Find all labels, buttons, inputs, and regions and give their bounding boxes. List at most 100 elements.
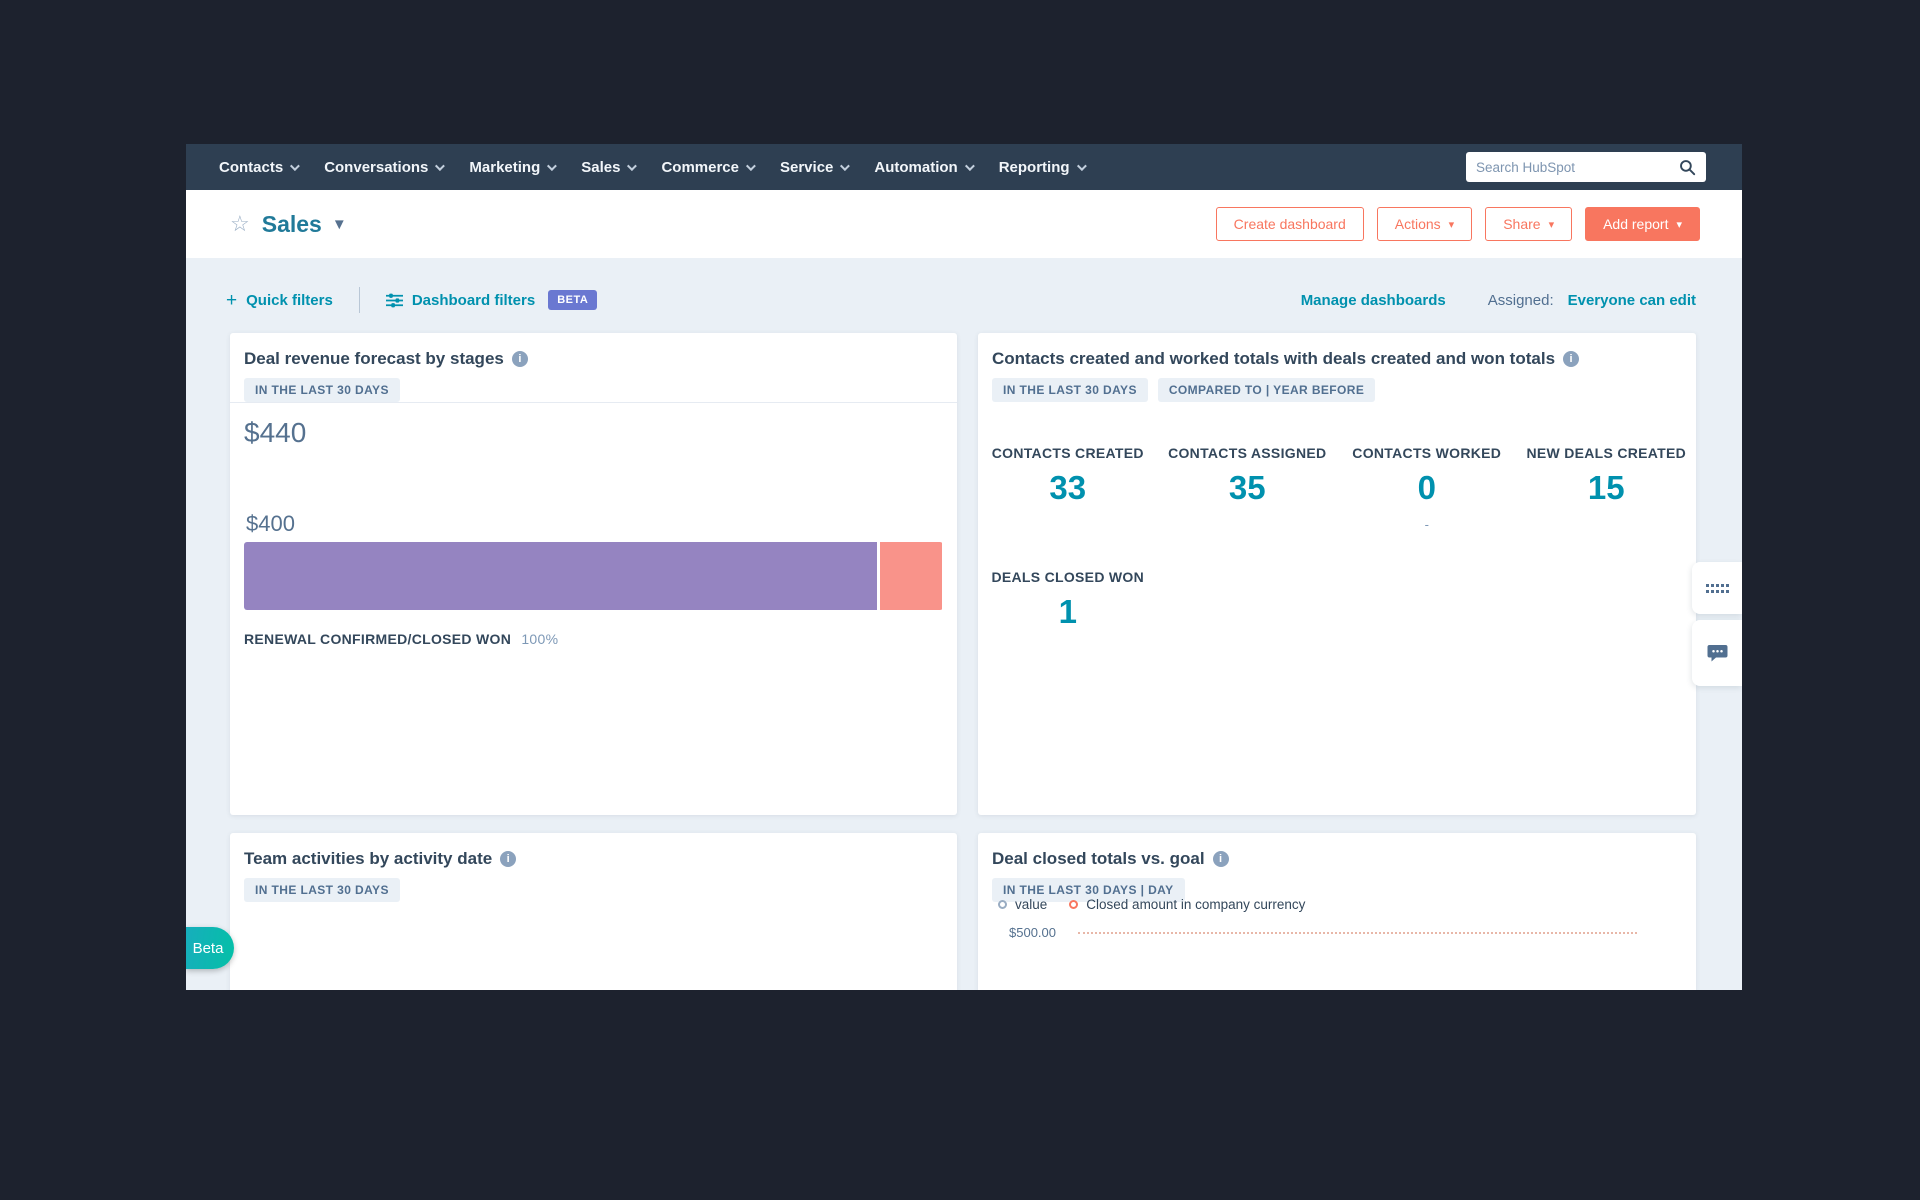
filter-sliders-icon	[386, 292, 403, 309]
card-divider	[230, 402, 957, 403]
beta-pill-button[interactable]: Beta	[186, 927, 234, 969]
stage-name: RENEWAL CONFIRMED/CLOSED WON	[244, 631, 511, 647]
card-title-row: Team activities by activity date i	[244, 849, 943, 869]
assigned-value-link[interactable]: Everyone can edit	[1568, 292, 1696, 309]
nav-item-service[interactable]: Service	[780, 159, 847, 176]
card-team-activities: Team activities by activity date i IN TH…	[230, 833, 957, 990]
dashboard-filters-button[interactable]: Dashboard filters BETA	[386, 290, 598, 310]
stat-new-deals-created: NEW DEALS CREATED 15	[1517, 445, 1697, 532]
button-label: Create dashboard	[1234, 216, 1346, 232]
card-title-row: Deal closed totals vs. goal i	[992, 849, 1682, 869]
nav-item-reporting[interactable]: Reporting	[999, 159, 1084, 176]
chevron-down-icon	[1077, 161, 1087, 171]
card-title-row: Contacts created and worked totals with …	[992, 349, 1682, 369]
assigned-label: Assigned:	[1488, 292, 1554, 309]
button-label: Actions	[1395, 216, 1441, 232]
chevron-down-icon	[547, 161, 557, 171]
widget-drag-handle-button[interactable]	[1692, 562, 1742, 614]
goal-dotted-line	[1078, 932, 1637, 934]
card-title: Deal revenue forecast by stages	[244, 349, 504, 369]
search-input[interactable]	[1476, 160, 1679, 175]
legend-item-closed-amount[interactable]: Closed amount in company currency	[1069, 897, 1305, 912]
create-dashboard-button[interactable]: Create dashboard	[1216, 207, 1364, 241]
nav-label: Commerce	[661, 159, 739, 176]
legend-item-value[interactable]: value	[998, 897, 1047, 912]
date-range-badge: IN THE LAST 30 DAYS	[244, 878, 400, 902]
stat-delta	[1517, 517, 1697, 531]
page-title: Sales	[262, 211, 322, 238]
legend-label: Closed amount in company currency	[1086, 897, 1305, 912]
nav-item-automation[interactable]: Automation	[874, 159, 971, 176]
funnel-segment-renewal-closed-won[interactable]	[244, 542, 877, 610]
goal-axis-row: $500.00	[1009, 925, 1637, 940]
manage-dashboards-link[interactable]: Manage dashboards	[1301, 292, 1446, 309]
legend-dot-icon	[998, 900, 1007, 909]
chart-legend: value Closed amount in company currency	[998, 897, 1305, 912]
card-deal-revenue-forecast: Deal revenue forecast by stages i IN THE…	[230, 333, 957, 815]
card-title-row: Deal revenue forecast by stages i	[244, 349, 943, 369]
dashboard-title-dropdown[interactable]: Sales ▼	[262, 211, 347, 238]
info-icon[interactable]: i	[1563, 351, 1579, 367]
card-deal-closed-vs-goal: Deal closed totals vs. goal i IN THE LAS…	[978, 833, 1696, 990]
stat-delta: -	[1337, 517, 1517, 532]
chat-button[interactable]	[1692, 620, 1742, 686]
caret-down-icon: ▾	[1549, 218, 1555, 231]
goal-axis-label: $500.00	[1009, 925, 1056, 940]
hubspot-app-window: Contacts Conversations Marketing Sales C…	[186, 144, 1742, 990]
legend-dot-icon	[1069, 900, 1078, 909]
date-range-badge: IN THE LAST 30 DAYS	[244, 378, 400, 402]
button-label: Share	[1503, 216, 1540, 232]
compare-badge: COMPARED TO | YEAR BEFORE	[1158, 378, 1375, 402]
info-icon[interactable]: i	[500, 851, 516, 867]
card-title: Team activities by activity date	[244, 849, 492, 869]
add-report-button[interactable]: Add report▾	[1585, 207, 1700, 241]
stage-percent: 100%	[521, 631, 558, 647]
vertical-divider	[359, 287, 360, 313]
stat-contacts-assigned: CONTACTS ASSIGNED 35	[1158, 445, 1338, 532]
caret-down-icon: ▾	[1449, 218, 1455, 231]
actions-button[interactable]: Actions ▾	[1377, 207, 1472, 241]
nav-item-commerce[interactable]: Commerce	[661, 159, 753, 176]
dashboard-filters-label: Dashboard filters	[412, 292, 535, 309]
chevron-down-icon	[290, 161, 300, 171]
funnel-bar	[244, 542, 943, 610]
nav-label: Contacts	[219, 159, 283, 176]
funnel-segment-other[interactable]	[880, 542, 942, 610]
card-title: Deal closed totals vs. goal	[992, 849, 1205, 869]
stat-value: 1	[978, 593, 1158, 631]
funnel-bar-value-label: $400	[246, 511, 295, 537]
info-icon[interactable]: i	[512, 351, 528, 367]
chat-bubble-icon	[1707, 644, 1728, 663]
beta-badge: BETA	[548, 290, 597, 310]
quick-filters-button[interactable]: + Quick filters	[226, 291, 333, 310]
quick-filters-label: Quick filters	[246, 292, 333, 309]
nav-label: Service	[780, 159, 833, 176]
funnel-axis-max-label: $440	[244, 417, 306, 449]
chevron-down-icon	[840, 161, 850, 171]
dashboard-header: ☆ Sales ▼ Create dashboard Actions ▾ Shar…	[186, 190, 1742, 258]
nav-item-marketing[interactable]: Marketing	[469, 159, 554, 176]
nav-label: Reporting	[999, 159, 1070, 176]
legend-label: value	[1015, 897, 1047, 912]
stat-label: CONTACTS WORKED	[1337, 445, 1517, 461]
share-button[interactable]: Share ▾	[1485, 207, 1572, 241]
stat-label: NEW DEALS CREATED	[1517, 445, 1697, 461]
nav-item-sales[interactable]: Sales	[581, 159, 634, 176]
nav-item-conversations[interactable]: Conversations	[324, 159, 442, 176]
funnel-stage-row: RENEWAL CONFIRMED/CLOSED WON 100%	[244, 631, 558, 647]
stat-delta	[978, 517, 1158, 531]
filter-row: + Quick filters Dashboard filters BETA M…	[226, 284, 1696, 316]
nav-item-contacts[interactable]: Contacts	[219, 159, 297, 176]
search-icon[interactable]	[1679, 159, 1696, 176]
stat-value: 0	[1337, 469, 1517, 507]
stat-value: 35	[1158, 469, 1338, 507]
card-contacts-totals: Contacts created and worked totals with …	[978, 333, 1696, 815]
favorite-star-icon[interactable]: ☆	[230, 213, 250, 235]
header-actions: Create dashboard Actions ▾ Share ▾ Add rep…	[1216, 207, 1700, 241]
date-range-badge: IN THE LAST 30 DAYS	[992, 378, 1148, 402]
stat-delta	[1158, 517, 1338, 531]
info-icon[interactable]: i	[1213, 851, 1229, 867]
stat-label: CONTACTS CREATED	[978, 445, 1158, 461]
dots-grid-icon	[1706, 584, 1729, 593]
plus-icon: +	[226, 291, 237, 310]
